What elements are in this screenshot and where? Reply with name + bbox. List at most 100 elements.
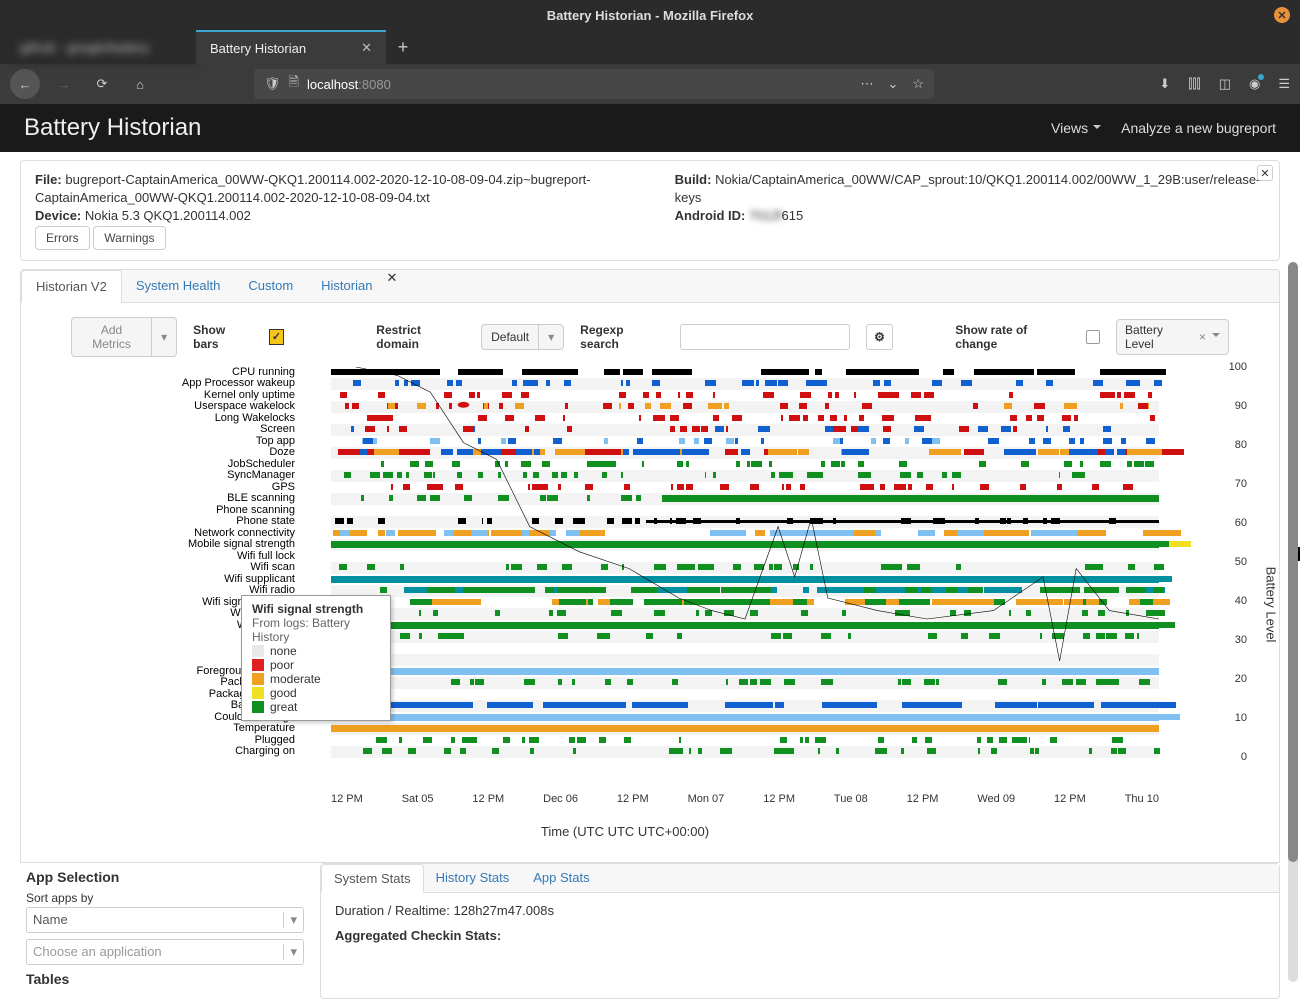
tab-title: Battery Historian [210, 41, 306, 56]
window-title: Battery Historian - Mozilla Firefox [547, 8, 754, 23]
row-label: Top app [41, 436, 301, 448]
new-tab-button[interactable]: + [386, 30, 420, 64]
timeline-row[interactable] [331, 735, 1159, 747]
row-label: Temperature [41, 723, 301, 735]
row-label: Userspace wakelock [41, 401, 301, 413]
timeline-row[interactable] [331, 597, 1159, 609]
app-title: Battery Historian [24, 114, 201, 142]
forward-button[interactable]: → [50, 70, 78, 98]
plot-area[interactable] [331, 367, 1159, 787]
show-rate-checkbox[interactable] [1086, 330, 1100, 344]
timeline-row[interactable] [331, 436, 1159, 448]
timeline-row[interactable] [331, 562, 1159, 574]
timeline-row[interactable] [331, 746, 1159, 758]
errors-button[interactable]: Errors [35, 226, 90, 250]
timeline-row[interactable] [331, 539, 1159, 551]
window-titlebar: Battery Historian - Mozilla Firefox ✕ [0, 0, 1300, 30]
timeline-row[interactable] [331, 700, 1159, 712]
timeline-row[interactable] [331, 470, 1159, 482]
bookmark-icon[interactable]: ☆ [912, 76, 924, 92]
timeline-chart[interactable]: CPU runningApp Processor wakeupKernel on… [41, 367, 1209, 827]
add-metrics-button-group[interactable]: Add Metrics ▾ [71, 317, 177, 357]
account-icon[interactable]: ◉ [1249, 76, 1260, 92]
timeline-row[interactable] [331, 367, 1159, 379]
close-tabs-button[interactable]: ✕ [386, 270, 397, 302]
url-bar[interactable]: 🛡 🗎 localhost:8080 ⋯ ⌄ ☆ [254, 69, 934, 99]
browser-tab-active[interactable]: Battery Historian ✕ [196, 30, 386, 64]
timeline-row[interactable] [331, 378, 1159, 390]
row-label: Mobile signal strength [41, 539, 301, 551]
browser-tab-inactive[interactable]: github · google/battery [6, 30, 196, 64]
menu-icon[interactable]: ☰ [1278, 76, 1290, 92]
timeline-row[interactable] [331, 585, 1159, 597]
settings-button[interactable]: ⚙ [866, 324, 893, 350]
warnings-button[interactable]: Warnings [93, 226, 165, 250]
downloads-icon[interactable]: ⬇ [1159, 76, 1170, 92]
remove-chip-icon[interactable]: × [1199, 330, 1206, 344]
tooltip: Wifi signal strength From logs: Battery … [241, 595, 391, 721]
show-bars-checkbox[interactable]: ✓ [269, 329, 285, 345]
window-close-button[interactable]: ✕ [1274, 7, 1290, 23]
scrollbar-thumb[interactable] [1288, 262, 1298, 862]
app-header: Battery Historian Views Analyze a new bu… [0, 104, 1300, 152]
timeline-row[interactable] [331, 424, 1159, 436]
timeline-row[interactable] [331, 723, 1159, 735]
row-label: Phone state [41, 516, 301, 528]
chart-toolbar: Add Metrics ▾ Show bars ✓ Restrict domai… [31, 313, 1269, 367]
pocket-icon[interactable]: ⌄ [887, 76, 898, 92]
library-icon[interactable]: ⫿⫿⫿ [1188, 76, 1200, 92]
timeline-row[interactable] [331, 390, 1159, 402]
timeline-row[interactable] [331, 528, 1159, 540]
timeline-row[interactable] [331, 516, 1159, 528]
sort-apps-select[interactable]: Name ▾ [26, 907, 304, 933]
chip-dropdown-icon[interactable] [1212, 330, 1220, 344]
timeline-row[interactable] [331, 505, 1159, 517]
row-label: Screen [41, 424, 301, 436]
dropdown-caret-icon[interactable]: ▾ [152, 317, 177, 357]
timeline-row[interactable] [331, 608, 1159, 620]
timeline-row[interactable] [331, 447, 1159, 459]
y-axis-label: Battery Level [1264, 566, 1279, 642]
subtab-history-stats[interactable]: History Stats [424, 864, 522, 892]
timeline-row[interactable] [331, 413, 1159, 425]
tab-custom[interactable]: Custom [234, 270, 307, 302]
views-dropdown[interactable]: Views [1051, 120, 1101, 136]
regexp-search-input[interactable] [680, 324, 850, 350]
timeline-row[interactable] [331, 620, 1159, 632]
timeline-row[interactable] [331, 493, 1159, 505]
tab-historian[interactable]: Historian [307, 270, 386, 302]
analyze-link[interactable]: Analyze a new bugreport [1121, 120, 1276, 136]
timeline-row[interactable] [331, 677, 1159, 689]
tab-close-icon[interactable]: ✕ [361, 40, 372, 56]
subtab-system-stats[interactable]: System Stats [321, 864, 424, 893]
back-button[interactable]: ← [10, 69, 40, 99]
restrict-domain-dropdown[interactable]: Default ▾ [481, 324, 564, 350]
timeline-row[interactable] [331, 689, 1159, 701]
timeline-row[interactable] [331, 712, 1159, 724]
timeline-row[interactable] [331, 459, 1159, 471]
row-label: Wifi scan [41, 562, 301, 574]
timeline-row[interactable] [331, 551, 1159, 563]
tab-historian-v2[interactable]: Historian V2 [21, 270, 122, 303]
reload-button[interactable]: ⟳ [88, 70, 116, 98]
choose-app-select[interactable]: Choose an application ▾ [26, 939, 304, 965]
timeline-row[interactable] [331, 654, 1159, 666]
sidebar-icon[interactable]: ◫ [1219, 76, 1231, 92]
more-icon[interactable]: ⋯ [860, 76, 873, 92]
battery-level-chip[interactable]: Battery Level × [1116, 319, 1229, 355]
gear-icon: ⚙ [874, 330, 885, 344]
timeline-row[interactable] [331, 574, 1159, 586]
timeline-row[interactable] [331, 401, 1159, 413]
timeline-row[interactable] [331, 482, 1159, 494]
timeline-row[interactable] [331, 631, 1159, 643]
home-button[interactable]: ⌂ [126, 70, 154, 98]
close-panel-button[interactable]: ✕ [1257, 165, 1273, 181]
timeline-row[interactable] [331, 666, 1159, 678]
subtab-app-stats[interactable]: App Stats [521, 864, 601, 892]
vertical-scrollbar[interactable] [1288, 262, 1298, 982]
timeline-row[interactable] [331, 643, 1159, 655]
row-label: SyncManager [41, 470, 301, 482]
shield-icon[interactable]: 🛡 [264, 76, 281, 92]
row-label: App Processor wakeup [41, 378, 301, 390]
tab-system-health[interactable]: System Health [122, 270, 235, 302]
